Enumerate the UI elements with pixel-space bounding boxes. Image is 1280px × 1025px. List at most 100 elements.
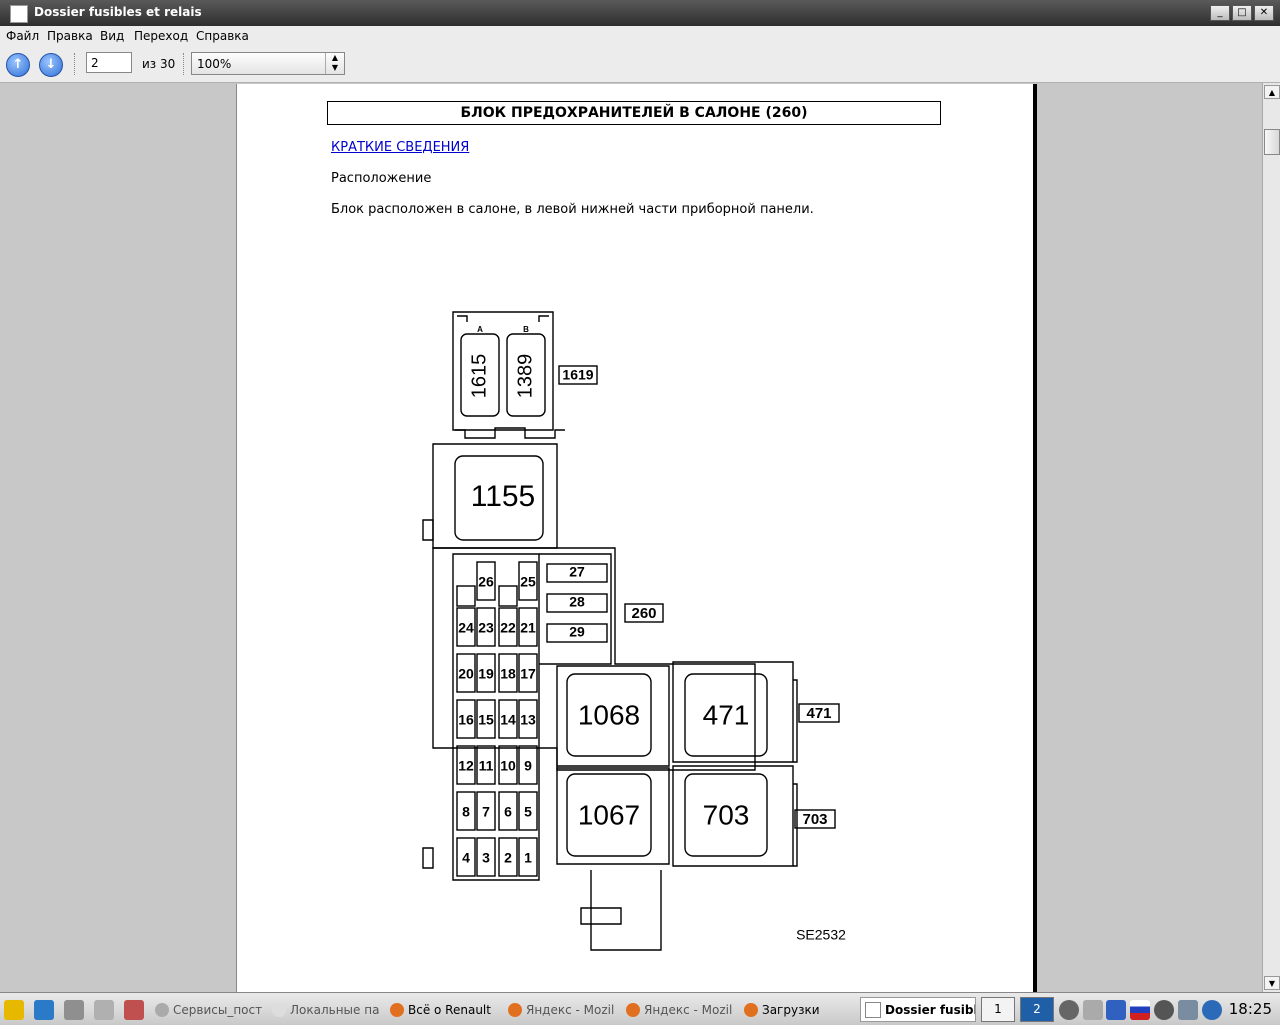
fuse-label-10: 10 xyxy=(500,758,516,774)
terminal-icon[interactable] xyxy=(34,1000,54,1020)
fuse-label-2: 2 xyxy=(504,850,512,866)
firefox-icon xyxy=(744,1002,758,1017)
slot-label-A: A xyxy=(477,325,483,334)
fuse-label-26: 26 xyxy=(478,574,494,590)
firefox-icon xyxy=(626,1002,640,1017)
task-downloads[interactable]: Загрузки xyxy=(744,997,856,1022)
fuse-label-5: 5 xyxy=(524,804,532,820)
scroll-thumb[interactable] xyxy=(1264,129,1280,155)
page-number-input[interactable] xyxy=(86,52,132,73)
fuse-label-19: 19 xyxy=(478,666,494,682)
menu-file[interactable]: Файл xyxy=(6,29,39,43)
fuse-label-24: 24 xyxy=(458,620,474,636)
zoom-select[interactable]: 100% ▲ ▼ xyxy=(191,52,345,75)
taskbar: Сервисы_пост Локальные па Всё о Renault … xyxy=(0,992,1280,1025)
fuse-label-23: 23 xyxy=(478,620,494,636)
fuse-label-11: 11 xyxy=(479,758,494,774)
fuse-label-13: 13 xyxy=(520,712,536,728)
volume-icon[interactable] xyxy=(1154,1000,1174,1020)
task-yandex-1[interactable]: Яндекс - Mozil xyxy=(508,997,620,1022)
task-renault[interactable]: Всё о Renault xyxy=(390,997,502,1022)
task-local-panel[interactable]: Локальные па xyxy=(272,997,384,1022)
fuse-label-6: 6 xyxy=(504,804,512,820)
fuse-label-25: 25 xyxy=(520,574,536,590)
editor-icon[interactable] xyxy=(124,1000,144,1020)
toolbar-separator xyxy=(183,53,185,75)
home-folder-icon[interactable] xyxy=(64,1000,84,1020)
relay-label-1067: 1067 xyxy=(578,799,640,830)
fuse-label-18: 18 xyxy=(500,666,516,682)
menu-view[interactable]: Вид xyxy=(100,29,124,43)
fuse-label-4: 4 xyxy=(462,850,470,866)
firefox-icon xyxy=(390,1002,404,1017)
relay-label-471: 471 xyxy=(703,699,750,730)
relay-label-1615: 1615 xyxy=(468,354,490,399)
fuse-slot-empty xyxy=(498,585,518,607)
firefox-icon xyxy=(508,1002,522,1017)
fuse-label-9: 9 xyxy=(524,758,532,774)
minimize-button[interactable]: _ xyxy=(1210,5,1230,21)
relay-label-1389: 1389 xyxy=(514,354,536,399)
fuse-label-16: 16 xyxy=(458,712,474,728)
figure-code: SE2532 xyxy=(796,927,846,943)
relay-side-label-471: 471 xyxy=(806,705,831,722)
relay-label-1068: 1068 xyxy=(578,699,640,730)
fuse-label-22: 22 xyxy=(500,620,516,636)
fuse-label-3: 3 xyxy=(482,850,490,866)
scroll-up-button[interactable]: ▲ xyxy=(1264,85,1280,99)
scroll-down-button[interactable]: ▼ xyxy=(1264,976,1280,990)
network-icon[interactable] xyxy=(1083,1000,1103,1020)
menubar: Файл Правка Вид Переход Справка xyxy=(0,26,1280,47)
window-icon xyxy=(155,1002,169,1017)
clock: 18:25 xyxy=(1228,1000,1272,1018)
settings-icon[interactable] xyxy=(1178,1000,1198,1020)
desktop-2-button[interactable]: 2 xyxy=(1020,997,1054,1022)
document-viewport[interactable]: БЛОК ПРЕДОХРАНИТЕЛЕЙ В САЛОНЕ (260) КРАТ… xyxy=(0,83,1262,992)
document-page: БЛОК ПРЕДОХРАНИТЕЛЕЙ В САЛОНЕ (260) КРАТ… xyxy=(236,84,1037,992)
zoom-value: 100% xyxy=(197,57,232,71)
menu-go[interactable]: Переход xyxy=(134,29,188,43)
fuse-box-diagram: 1615A1389B1619115526 2524 23 22 2120 19 18 1716… xyxy=(422,311,846,951)
close-button[interactable]: ✕ xyxy=(1254,5,1274,21)
window-icon xyxy=(272,1002,286,1017)
fuse-label-21: 21 xyxy=(520,620,536,636)
window-title: Dossier fusibles et relais xyxy=(34,5,202,19)
disk-icon[interactable] xyxy=(1059,1000,1079,1020)
relay-side-label-703: 703 xyxy=(802,811,827,828)
menu-help[interactable]: Справка xyxy=(196,29,249,43)
fuse-label-7: 7 xyxy=(482,804,490,820)
next-page-button[interactable]: ↓ xyxy=(39,53,63,77)
task-services[interactable]: Сервисы_пост xyxy=(155,997,267,1022)
fuse-label-14: 14 xyxy=(500,712,516,728)
vertical-scrollbar[interactable]: ▲ ▼ xyxy=(1262,83,1280,992)
desktop-1-button[interactable]: 1 xyxy=(981,997,1015,1022)
previous-page-button[interactable]: ↑ xyxy=(6,53,30,77)
bluetooth-icon[interactable] xyxy=(1106,1000,1126,1020)
document-icon xyxy=(865,1001,881,1018)
task-yandex-2[interactable]: Яндекс - Mozil xyxy=(626,997,738,1022)
fuse-label-12: 12 xyxy=(458,758,474,774)
fuse-label-8: 8 xyxy=(462,804,470,820)
relay-label-703: 703 xyxy=(703,799,750,830)
toolbar-separator xyxy=(74,53,76,75)
arrow-up-icon: ↑ xyxy=(12,57,24,72)
relay-label-1155: 1155 xyxy=(471,480,536,513)
maxi-fuse-label-29: 29 xyxy=(569,624,585,640)
window-titlebar[interactable]: Dossier fusibles et relais _ □ ✕ xyxy=(0,0,1280,26)
keyboard-layout-flag-icon[interactable] xyxy=(1130,1000,1150,1020)
menu-edit[interactable]: Правка xyxy=(47,29,93,43)
fuse-slot-empty xyxy=(456,585,476,607)
block-label-1619: 1619 xyxy=(562,367,593,383)
maxi-fuse-label-27: 27 xyxy=(569,564,585,580)
notes-icon[interactable] xyxy=(94,1000,114,1020)
fuse-label-15: 15 xyxy=(478,712,494,728)
power-icon[interactable] xyxy=(1202,1000,1222,1020)
fuse-label-1: 1 xyxy=(524,850,532,866)
fuse-label-20: 20 xyxy=(458,666,474,682)
maximize-button[interactable]: □ xyxy=(1232,5,1252,21)
slot-label-B: B xyxy=(523,325,529,334)
task-dossier[interactable]: Dossier fusible xyxy=(860,997,976,1022)
diagram-groups: 1615A1389B1619115526 2524 23 22 2120 19 18 1716… xyxy=(454,325,846,943)
star-menu-icon[interactable] xyxy=(4,1000,24,1020)
document-icon xyxy=(10,5,28,23)
